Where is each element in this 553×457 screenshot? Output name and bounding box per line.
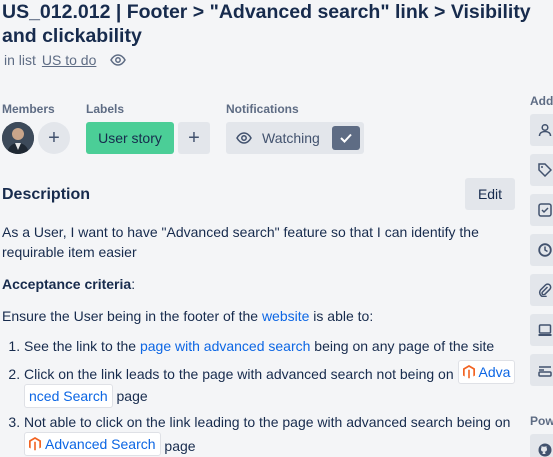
sidebar-github-button[interactable] bbox=[530, 434, 553, 457]
eye-icon bbox=[236, 132, 252, 144]
paperclip-icon bbox=[538, 283, 552, 297]
labels-label: Labels bbox=[86, 102, 125, 116]
in-list-line: in list US to do bbox=[4, 52, 127, 68]
item2-suffix: page bbox=[112, 388, 148, 404]
item3-suffix: page bbox=[160, 438, 196, 454]
cover-icon bbox=[538, 324, 552, 336]
advanced-search-page-link[interactable]: page with advanced search bbox=[140, 338, 310, 354]
sidebar-dates-button[interactable] bbox=[530, 234, 553, 266]
watch-label: Watching bbox=[262, 130, 320, 146]
criteria-colon: : bbox=[131, 276, 136, 292]
criteria-list: See the link to the page with advanced s… bbox=[2, 336, 522, 456]
sidebar-labels-button[interactable] bbox=[530, 154, 553, 186]
magento-icon bbox=[29, 437, 41, 451]
edit-description-button[interactable]: Edit bbox=[465, 178, 515, 210]
description-intro: As a User, I want to have "Advanced sear… bbox=[2, 224, 479, 260]
add-member-button[interactable]: + bbox=[38, 122, 70, 154]
tag-icon bbox=[538, 163, 552, 177]
sidebar-custom-fields-button[interactable] bbox=[530, 354, 553, 386]
plus-icon: + bbox=[188, 126, 200, 149]
member-avatar[interactable] bbox=[2, 122, 34, 154]
chip-text: Adva bbox=[478, 364, 511, 380]
label-user-story[interactable]: User story bbox=[86, 122, 174, 154]
chip-text: nced Search bbox=[29, 388, 108, 404]
ensure-line: Ensure the User being in the footer of t… bbox=[2, 306, 522, 326]
description-body: As a User, I want to have "Advanced sear… bbox=[2, 222, 522, 457]
chip-text: Advanced Search bbox=[45, 436, 156, 452]
sidebar-cover-button[interactable] bbox=[530, 314, 553, 346]
sidebar-checklist-button[interactable] bbox=[530, 194, 553, 226]
description-heading: Description bbox=[2, 186, 91, 203]
watching-checkbox[interactable] bbox=[332, 126, 360, 150]
list-item: Click on the link leads to the page with… bbox=[24, 360, 522, 408]
ensure-suffix: is able to: bbox=[309, 308, 374, 324]
watch-button[interactable]: Watching bbox=[226, 122, 364, 154]
power-ups-label: Pow bbox=[530, 414, 553, 428]
item3-prefix: Not able to click on the link leading to… bbox=[24, 414, 511, 430]
eye-icon[interactable] bbox=[110, 52, 127, 68]
add-label-button[interactable]: + bbox=[178, 122, 210, 154]
advanced-search-smart-link-cont[interactable]: nced Search bbox=[24, 384, 113, 408]
person-icon bbox=[538, 123, 552, 137]
item1-suffix: being on any page of the site bbox=[310, 338, 495, 354]
item1-prefix: See the link to the bbox=[24, 338, 140, 354]
sidebar-members-button[interactable] bbox=[530, 114, 553, 146]
avatar-photo-icon bbox=[2, 122, 34, 154]
github-icon bbox=[538, 443, 552, 457]
notifications-label: Notifications bbox=[226, 102, 299, 116]
item2-prefix: Click on the link leads to the page with… bbox=[24, 366, 458, 382]
advanced-search-smart-link[interactable]: Advanced Search bbox=[24, 432, 161, 456]
list-link[interactable]: US to do bbox=[42, 52, 96, 68]
acceptance-criteria-line: Acceptance criteria: bbox=[2, 274, 522, 294]
check-icon bbox=[340, 133, 352, 143]
list-item: Not able to click on the link leading to… bbox=[24, 412, 522, 456]
plus-icon: + bbox=[48, 126, 60, 149]
magento-icon bbox=[462, 365, 475, 379]
list-item: See the link to the page with advanced s… bbox=[24, 336, 522, 356]
add-to-card-label: Add bbox=[530, 94, 553, 108]
checklist-icon bbox=[538, 203, 552, 217]
acceptance-criteria-label: Acceptance criteria bbox=[2, 276, 132, 292]
card-title[interactable]: US_012.012 | Footer > "Advanced search" … bbox=[2, 0, 553, 48]
advanced-search-smart-link[interactable]: Adva bbox=[457, 360, 516, 384]
sidebar-attachment-button[interactable] bbox=[530, 274, 553, 306]
clock-icon bbox=[538, 243, 552, 257]
members-label: Members bbox=[2, 102, 55, 116]
website-link[interactable]: website bbox=[262, 308, 309, 324]
in-list-prefix: in list bbox=[4, 52, 36, 68]
fields-icon bbox=[538, 366, 552, 377]
ensure-prefix: Ensure the User being in the footer of t… bbox=[2, 308, 262, 324]
